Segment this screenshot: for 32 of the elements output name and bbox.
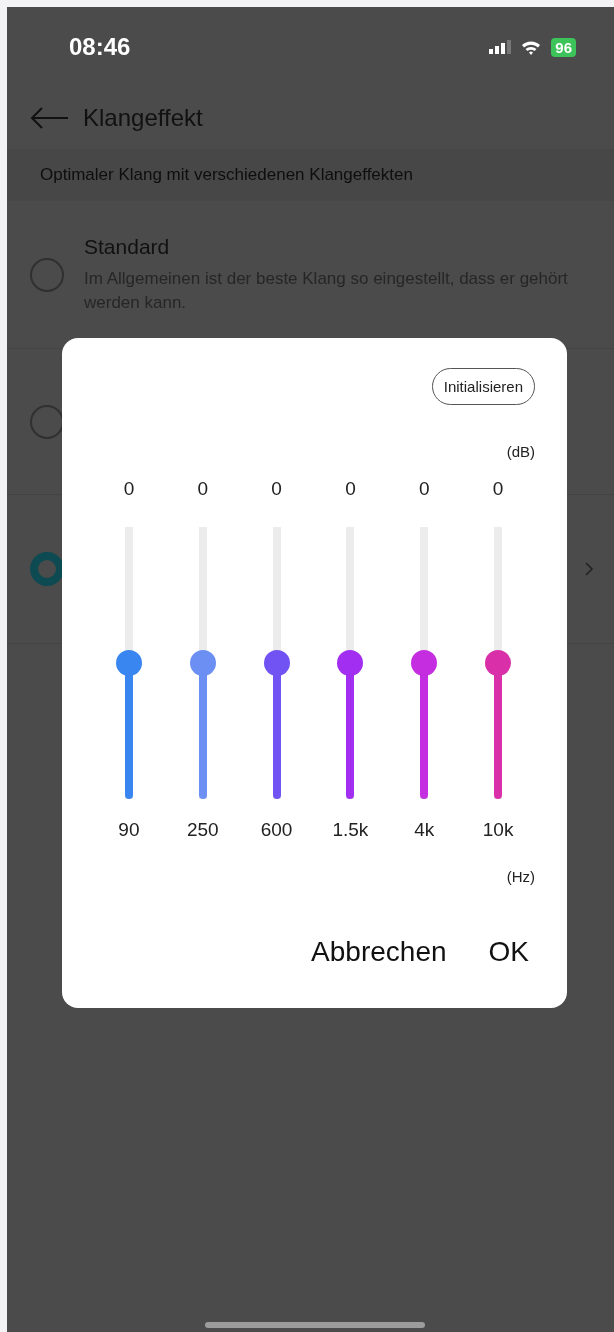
band-frequency: 4k xyxy=(414,819,435,841)
battery-indicator: 96 xyxy=(551,37,576,57)
slider-thumb[interactable] xyxy=(189,650,216,676)
signal-icon xyxy=(489,40,512,54)
band-value: 0 xyxy=(123,478,135,500)
band-frequency: 90 xyxy=(118,819,140,841)
back-arrow-icon[interactable] xyxy=(29,106,69,130)
ok-button[interactable]: OK xyxy=(482,932,535,972)
band-frequency: 600 xyxy=(260,819,293,841)
slider-thumb[interactable] xyxy=(263,650,290,676)
reset-button[interactable]: Initialisieren xyxy=(431,368,535,405)
page-title: Klangeffekt xyxy=(83,104,203,132)
wifi-icon xyxy=(521,39,542,55)
band-frequency: 250 xyxy=(186,819,219,841)
band-frequency: 10k xyxy=(482,819,514,841)
subtitle-text: Optimaler Klang mit verschiedenen Klangeffekten xyxy=(40,165,413,185)
cancel-button[interactable]: Abbrechen xyxy=(305,932,453,972)
band-value: 0 xyxy=(418,478,430,500)
radio-button[interactable] xyxy=(30,257,64,292)
slider-thumb[interactable] xyxy=(411,650,438,676)
slider-thumb[interactable] xyxy=(115,650,142,676)
band-value: 0 xyxy=(271,478,282,500)
status-time: 08:46 xyxy=(69,33,131,61)
slider-thumb[interactable] xyxy=(485,650,512,676)
band-frequency: 1.5k xyxy=(332,819,369,841)
slider-thumb[interactable] xyxy=(337,650,364,676)
band-value: 0 xyxy=(492,478,504,500)
band-value: 0 xyxy=(345,478,356,500)
db-unit-label: (dB) xyxy=(506,443,535,460)
band-value: 0 xyxy=(197,478,209,500)
hz-unit-label: (Hz) xyxy=(506,868,535,885)
option-title: Standard xyxy=(84,234,171,259)
